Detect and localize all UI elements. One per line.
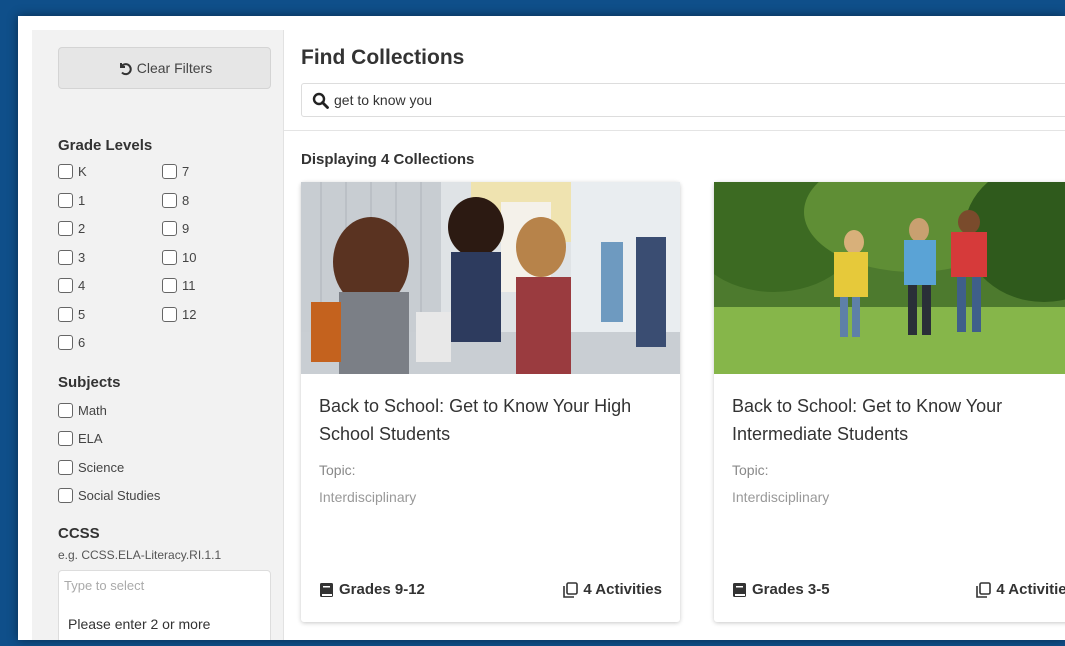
grade-checkbox-6[interactable]: 6 xyxy=(58,335,85,350)
checkbox[interactable] xyxy=(58,488,73,503)
ccss-heading: CCSS xyxy=(58,525,100,542)
clear-filters-button[interactable]: Clear Filters xyxy=(58,47,271,89)
checkbox[interactable] xyxy=(162,307,177,322)
checkbox[interactable] xyxy=(58,250,73,265)
ccss-select[interactable]: Please enter 2 or more xyxy=(58,570,271,640)
card-image-intermediate[interactable] xyxy=(714,182,1065,374)
copy-icon xyxy=(563,581,579,598)
collections-count: Displaying 4 Collections xyxy=(301,151,475,168)
grade-levels-heading: Grade Levels xyxy=(58,137,153,154)
book-icon xyxy=(320,582,333,597)
checkbox[interactable] xyxy=(162,221,177,236)
checkbox[interactable] xyxy=(162,250,177,265)
checkbox[interactable] xyxy=(58,431,73,446)
checkbox[interactable] xyxy=(58,307,73,322)
grade-label: 2 xyxy=(78,221,86,236)
collection-card[interactable]: Back to School: Get to Know Your High Sc… xyxy=(301,182,680,622)
subject-checkbox-math[interactable]: Math xyxy=(58,403,107,418)
grade-checkbox-10[interactable]: 10 xyxy=(162,250,196,265)
checkbox[interactable] xyxy=(58,193,73,208)
topic-label: Topic: xyxy=(732,462,769,478)
activity-count: 4 Activities xyxy=(976,581,1065,598)
clear-filters-label: Clear Filters xyxy=(136,60,213,76)
collection-card[interactable]: Back to School: Get to Know Your Interme… xyxy=(714,182,1065,622)
grade-checkbox-3[interactable]: 3 xyxy=(58,250,85,265)
grade-label: 7 xyxy=(182,164,190,179)
grade-label: 6 xyxy=(78,335,86,350)
grade-checkbox-11[interactable]: 11 xyxy=(162,278,196,293)
divider xyxy=(284,130,1065,131)
grade-label: K xyxy=(78,164,87,179)
subject-checkbox-ela[interactable]: ELA xyxy=(58,431,103,446)
grade-label: 1 xyxy=(78,193,86,208)
copy-icon xyxy=(976,581,992,598)
grade-label: 8 xyxy=(182,193,190,208)
grade-label: 3 xyxy=(78,250,86,265)
activity-count: 4 Activities xyxy=(563,581,662,598)
main-content: Find Collections get to know you Display… xyxy=(284,16,1065,640)
page-title: Find Collections xyxy=(301,46,465,69)
checkbox[interactable] xyxy=(58,164,73,179)
grade-label: 10 xyxy=(182,250,197,265)
subject-label: Math xyxy=(78,403,107,418)
grade-label: 5 xyxy=(78,307,86,322)
subject-checkbox-social-studies[interactable]: Social Studies xyxy=(58,488,160,503)
card-title[interactable]: Back to School: Get to Know Your High Sc… xyxy=(319,392,669,448)
checkbox[interactable] xyxy=(58,221,73,236)
app-window: Clear Filters Grade Levels K 1 2 3 4 5 6… xyxy=(18,16,1065,640)
checkbox[interactable] xyxy=(58,460,73,475)
grade-range-label: Grades 9-12 xyxy=(339,581,425,598)
grade-checkbox-k[interactable]: K xyxy=(58,164,87,179)
grade-label: 12 xyxy=(182,307,197,322)
checkbox[interactable] xyxy=(162,164,177,179)
grade-range-label: Grades 3-5 xyxy=(752,581,830,598)
grade-checkbox-1[interactable]: 1 xyxy=(58,193,85,208)
search-input[interactable]: get to know you xyxy=(301,83,1065,117)
topic-label: Topic: xyxy=(319,462,356,478)
grade-checkbox-7[interactable]: 7 xyxy=(162,164,189,179)
grade-range: Grades 9-12 xyxy=(319,581,425,598)
subject-label: Science xyxy=(78,460,125,475)
checkbox[interactable] xyxy=(162,278,177,293)
ccss-message: Please enter 2 or more xyxy=(68,616,211,632)
grade-range: Grades 3-5 xyxy=(732,581,830,598)
grade-checkbox-12[interactable]: 12 xyxy=(162,307,196,322)
filter-sidebar: Clear Filters Grade Levels K 1 2 3 4 5 6… xyxy=(32,30,284,640)
ccss-input[interactable] xyxy=(64,578,264,593)
checkbox[interactable] xyxy=(162,193,177,208)
undo-icon xyxy=(119,63,132,76)
card-title[interactable]: Back to School: Get to Know Your Interme… xyxy=(732,392,1065,448)
topic-value: Interdisciplinary xyxy=(319,489,417,505)
search-value: get to know you xyxy=(334,92,433,108)
checkbox[interactable] xyxy=(58,278,73,293)
subject-checkbox-science[interactable]: Science xyxy=(58,460,124,475)
activity-count-label: 4 Activities xyxy=(583,581,662,598)
book-icon xyxy=(733,582,746,597)
activity-count-label: 4 Activities xyxy=(996,581,1065,598)
card-image-high-school[interactable] xyxy=(301,182,680,374)
grade-checkbox-5[interactable]: 5 xyxy=(58,307,85,322)
subject-label: Social Studies xyxy=(78,488,161,503)
topic-value: Interdisciplinary xyxy=(732,489,830,505)
checkbox[interactable] xyxy=(58,335,73,350)
grade-checkbox-2[interactable]: 2 xyxy=(58,221,85,236)
ccss-hint: e.g. CCSS.ELA-Literacy.RI.1.1 xyxy=(58,548,222,562)
grade-checkbox-4[interactable]: 4 xyxy=(58,278,85,293)
grade-checkbox-9[interactable]: 9 xyxy=(162,221,189,236)
grade-label: 11 xyxy=(182,278,196,293)
subjects-heading: Subjects xyxy=(58,374,121,391)
grade-checkbox-8[interactable]: 8 xyxy=(162,193,189,208)
grade-label: 9 xyxy=(182,221,190,236)
search-icon xyxy=(312,92,329,109)
checkbox[interactable] xyxy=(58,403,73,418)
subject-label: ELA xyxy=(78,431,103,446)
grade-label: 4 xyxy=(78,278,86,293)
